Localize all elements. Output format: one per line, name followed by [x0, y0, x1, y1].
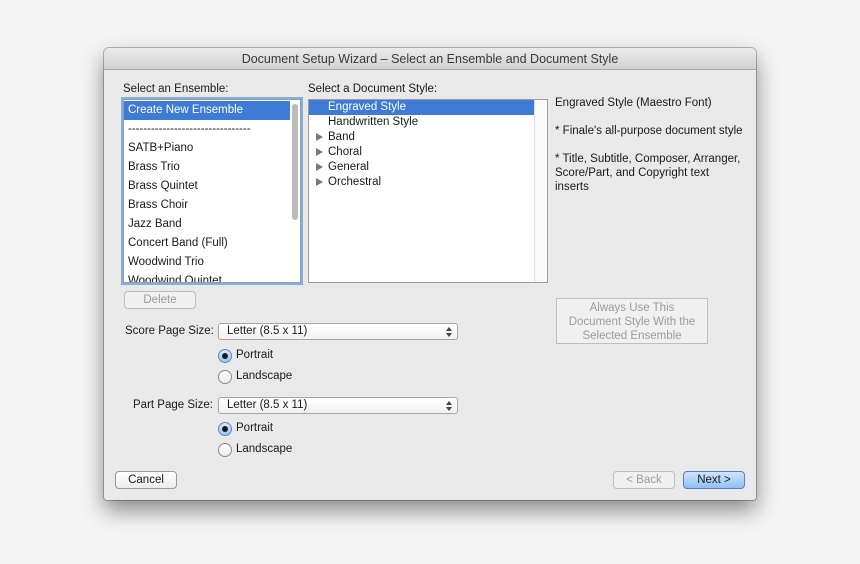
document-style-list[interactable]: Engraved Style Handwritten Style Band Ch… [308, 99, 548, 283]
style-item[interactable]: Engraved Style [309, 100, 534, 115]
style-group-band[interactable]: Band [309, 130, 547, 145]
style-label: Select a Document Style: [308, 83, 438, 95]
style-item[interactable]: Handwritten Style [309, 115, 547, 130]
style-item-label: Orchestral [328, 176, 382, 188]
part-page-size-select[interactable]: Letter (8.5 x 11) [218, 397, 458, 414]
style-scrollbar[interactable] [534, 100, 547, 282]
style-item-label: General [328, 161, 369, 173]
disclosure-triangle-icon[interactable] [316, 163, 323, 171]
ensemble-item[interactable]: SATB+Piano [124, 139, 193, 158]
ensemble-item[interactable]: Concert Band (Full) [124, 234, 228, 253]
style-item-label: Engraved Style [328, 101, 406, 113]
updown-arrows-icon [446, 327, 452, 337]
score-landscape-label[interactable]: Landscape [236, 370, 292, 382]
disclosure-triangle-icon[interactable] [316, 133, 323, 141]
description-line: * Title, Subtitle, Composer, Arranger, S… [555, 153, 741, 193]
score-page-size-select[interactable]: Letter (8.5 x 11) [218, 323, 458, 340]
score-page-size-value: Letter (8.5 x 11) [227, 325, 308, 337]
style-item-label: Handwritten Style [328, 116, 419, 128]
delete-button[interactable]: Delete [124, 291, 196, 309]
part-portrait-radio[interactable] [218, 422, 232, 436]
disclosure-triangle-icon[interactable] [316, 178, 323, 186]
ensemble-list[interactable]: Create New Ensemble --------------------… [123, 99, 301, 283]
part-landscape-label[interactable]: Landscape [236, 443, 292, 455]
cancel-button[interactable]: Cancel [115, 471, 177, 489]
style-group-orchestral[interactable]: Orchestral [309, 175, 547, 190]
ensemble-item[interactable]: Create New Ensemble [124, 101, 290, 120]
part-landscape-radio[interactable] [218, 443, 232, 457]
back-button[interactable]: < Back [613, 471, 675, 489]
description-line: * Finale's all-purpose document style [555, 125, 743, 137]
ensemble-item[interactable]: Jazz Band [124, 215, 182, 234]
score-landscape-radio[interactable] [218, 370, 232, 384]
window-title: Document Setup Wizard – Select an Ensemb… [104, 48, 756, 70]
document-setup-wizard-window: Document Setup Wizard – Select an Ensemb… [104, 48, 756, 500]
ensemble-item[interactable]: Woodwind Quintet [124, 272, 222, 282]
ensemble-item[interactable]: Woodwind Trio [124, 253, 204, 272]
score-portrait-radio[interactable] [218, 349, 232, 363]
part-page-size-value: Letter (8.5 x 11) [227, 399, 308, 411]
score-page-size-label: Score Page Size: [125, 325, 214, 337]
updown-arrows-icon [446, 401, 452, 411]
score-portrait-label[interactable]: Portrait [236, 349, 273, 361]
next-button[interactable]: Next > [683, 471, 745, 489]
ensemble-separator: -------------------------------- [128, 123, 251, 135]
part-portrait-label[interactable]: Portrait [236, 422, 273, 434]
style-group-choral[interactable]: Choral [309, 145, 547, 160]
ensemble-item[interactable]: Brass Choir [124, 196, 188, 215]
style-item-label: Choral [328, 146, 362, 158]
style-description: Engraved Style (Maestro Font) * Finale's… [555, 96, 745, 208]
ensemble-scrollbar[interactable] [292, 104, 298, 220]
always-use-style-button[interactable]: Always Use This Document Style With the … [556, 298, 708, 344]
disclosure-triangle-icon[interactable] [316, 148, 323, 156]
part-page-size-label: Part Page Size: [133, 399, 213, 411]
ensemble-item[interactable]: Brass Trio [124, 158, 180, 177]
style-group-general[interactable]: General [309, 160, 547, 175]
always-use-line: Always Use This [589, 302, 675, 314]
always-use-line: Document Style With the [568, 316, 696, 328]
style-item-label: Band [328, 131, 355, 143]
ensemble-label: Select an Ensemble: [123, 83, 229, 95]
ensemble-item[interactable]: Brass Quintet [124, 177, 198, 196]
always-use-line: Selected Ensemble [582, 330, 682, 342]
description-title: Engraved Style (Maestro Font) [555, 97, 712, 109]
